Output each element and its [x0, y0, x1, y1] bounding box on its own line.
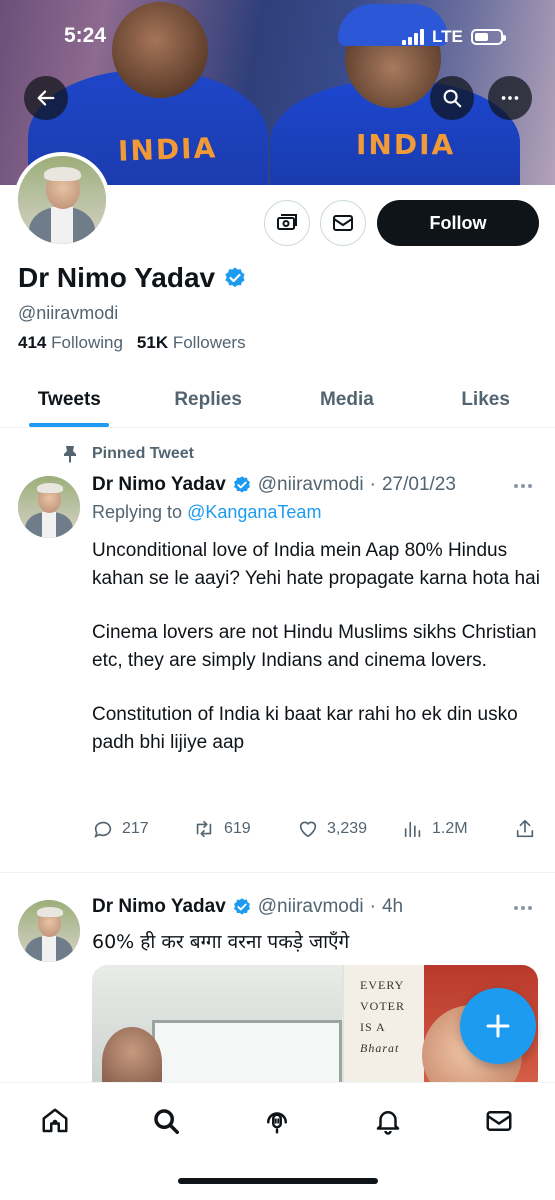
- banner-jersey-text: INDIA: [117, 131, 218, 168]
- share-button[interactable]: [514, 818, 536, 840]
- tweet-divider: [0, 872, 555, 873]
- tweet-more-icon[interactable]: [514, 906, 532, 910]
- heart-icon: [299, 821, 317, 838]
- replying-to: Replying to @KanganaTeam: [92, 502, 321, 523]
- money-icon: [277, 214, 297, 230]
- more-options-button[interactable]: [488, 76, 532, 120]
- status-indicators: LTE: [402, 27, 506, 47]
- pinned-indicator: Pinned Tweet: [62, 445, 194, 463]
- views-count: 1.2M: [432, 820, 468, 837]
- envelope-icon: [486, 1111, 512, 1131]
- compose-tweet-button[interactable]: [460, 988, 536, 1064]
- profile-name: Dr Nimo Yadav: [18, 262, 216, 293]
- tweet-author-name[interactable]: Dr Nimo Yadav: [92, 896, 226, 918]
- microphone-icon: [267, 1112, 287, 1134]
- tweet-body: 60% ही कर बग्गा वरना पकड़े जाएँगे: [92, 931, 350, 953]
- tweet-time: 4h: [381, 896, 404, 917]
- reply-count: 217: [122, 820, 149, 837]
- tab-replies[interactable]: Replies: [139, 372, 278, 427]
- tweet-avatar[interactable]: [18, 476, 80, 538]
- tab-tweets[interactable]: Tweets: [0, 372, 139, 427]
- profile-avatar[interactable]: [14, 152, 110, 248]
- profile-stats: 414 Following 51K Followers: [18, 333, 246, 353]
- home-icon: [42, 1108, 68, 1133]
- following-count: 414: [18, 333, 47, 352]
- following-stat[interactable]: 414 Following: [18, 333, 123, 353]
- retweet-icon: [196, 820, 212, 838]
- following-label: Following: [51, 333, 123, 352]
- tweet-paragraph: Constitution of India ki baat kar rahi h…: [92, 704, 518, 753]
- reply-button[interactable]: 217: [92, 818, 192, 840]
- tweet-time: 27/01/23: [381, 474, 456, 495]
- tweet-separator: ·: [369, 474, 376, 495]
- nav-home[interactable]: [35, 1101, 75, 1141]
- reply-icon: [94, 821, 112, 838]
- share-icon: [516, 819, 534, 838]
- search-icon: [443, 89, 462, 108]
- verified-badge-icon: [233, 476, 250, 493]
- profile-name-row: Dr Nimo Yadav: [18, 262, 247, 294]
- pinned-label: Pinned Tweet: [92, 445, 194, 462]
- replying-to-link[interactable]: @KanganaTeam: [187, 502, 321, 522]
- replying-prefix: Replying to: [92, 502, 183, 522]
- followers-count: 51K: [136, 333, 169, 352]
- signal-icon: [402, 29, 424, 45]
- tweet-avatar[interactable]: [18, 900, 80, 962]
- profile-tabs: Tweets Replies Media Likes: [0, 372, 555, 428]
- tweet-separator: ·: [369, 896, 376, 917]
- tweet-paragraph: Unconditional love of India mein Aap 80%…: [92, 540, 540, 589]
- follow-button[interactable]: Follow: [377, 200, 539, 246]
- nav-notifications[interactable]: [368, 1101, 408, 1141]
- search-button[interactable]: [430, 76, 474, 120]
- more-horizontal-icon: [501, 96, 519, 100]
- profile-handle: @niiravmodi: [18, 303, 119, 323]
- tweet-author-handle: @niiravmodi: [257, 896, 364, 917]
- nav-search[interactable]: [146, 1101, 186, 1141]
- views-icon: [404, 821, 421, 838]
- tweet-paragraph: Cinema lovers are not Hindu Muslims sikh…: [92, 622, 537, 671]
- back-button[interactable]: [24, 76, 68, 120]
- home-indicator: [178, 1178, 378, 1184]
- search-icon: [154, 1109, 179, 1134]
- envelope-icon: [333, 215, 353, 231]
- status-time: 5:24: [64, 24, 107, 47]
- plus-icon: [486, 1014, 510, 1038]
- verified-badge-icon: [225, 267, 245, 288]
- arrow-left-icon: [37, 90, 55, 106]
- like-count: 3,239: [327, 820, 368, 837]
- nav-spaces[interactable]: [257, 1101, 297, 1141]
- verified-badge-icon: [233, 898, 250, 915]
- pin-icon: [64, 446, 76, 463]
- views-button[interactable]: 1.2M: [402, 818, 514, 840]
- tab-media[interactable]: Media: [278, 372, 417, 427]
- followers-stat[interactable]: 51K Followers: [137, 333, 246, 353]
- banner-jersey-text: INDIA: [356, 128, 456, 161]
- retweet-count: 619: [224, 820, 251, 837]
- like-button[interactable]: 3,239: [297, 818, 402, 840]
- tweet-author-handle: @niiravmodi: [257, 474, 364, 495]
- tweet-author-name[interactable]: Dr Nimo Yadav: [92, 474, 226, 496]
- nav-messages[interactable]: [479, 1101, 519, 1141]
- media-poster-text: EVERY VOTER IS A Bharat: [360, 978, 405, 1055]
- bell-icon: [376, 1111, 400, 1135]
- message-button[interactable]: [320, 200, 366, 246]
- network-label: LTE: [432, 27, 463, 46]
- tweet-body: Unconditional love of India mein Aap 80%…: [92, 537, 542, 783]
- tweet-more-icon[interactable]: [514, 484, 532, 488]
- tweet-header: Dr Nimo Yadav @niiravmodi · 4h: [92, 896, 403, 918]
- banner-player-left-head: [112, 2, 208, 98]
- tab-likes[interactable]: Likes: [416, 372, 555, 427]
- followers-label: Followers: [172, 333, 246, 352]
- tweet-header: Dr Nimo Yadav @niiravmodi · 27/01/23: [92, 474, 456, 496]
- retweet-button[interactable]: 619: [192, 818, 297, 840]
- tweet-actions: 217 619 3,239 1.2M: [92, 818, 542, 840]
- battery-icon: [470, 29, 506, 45]
- tip-button[interactable]: [264, 200, 310, 246]
